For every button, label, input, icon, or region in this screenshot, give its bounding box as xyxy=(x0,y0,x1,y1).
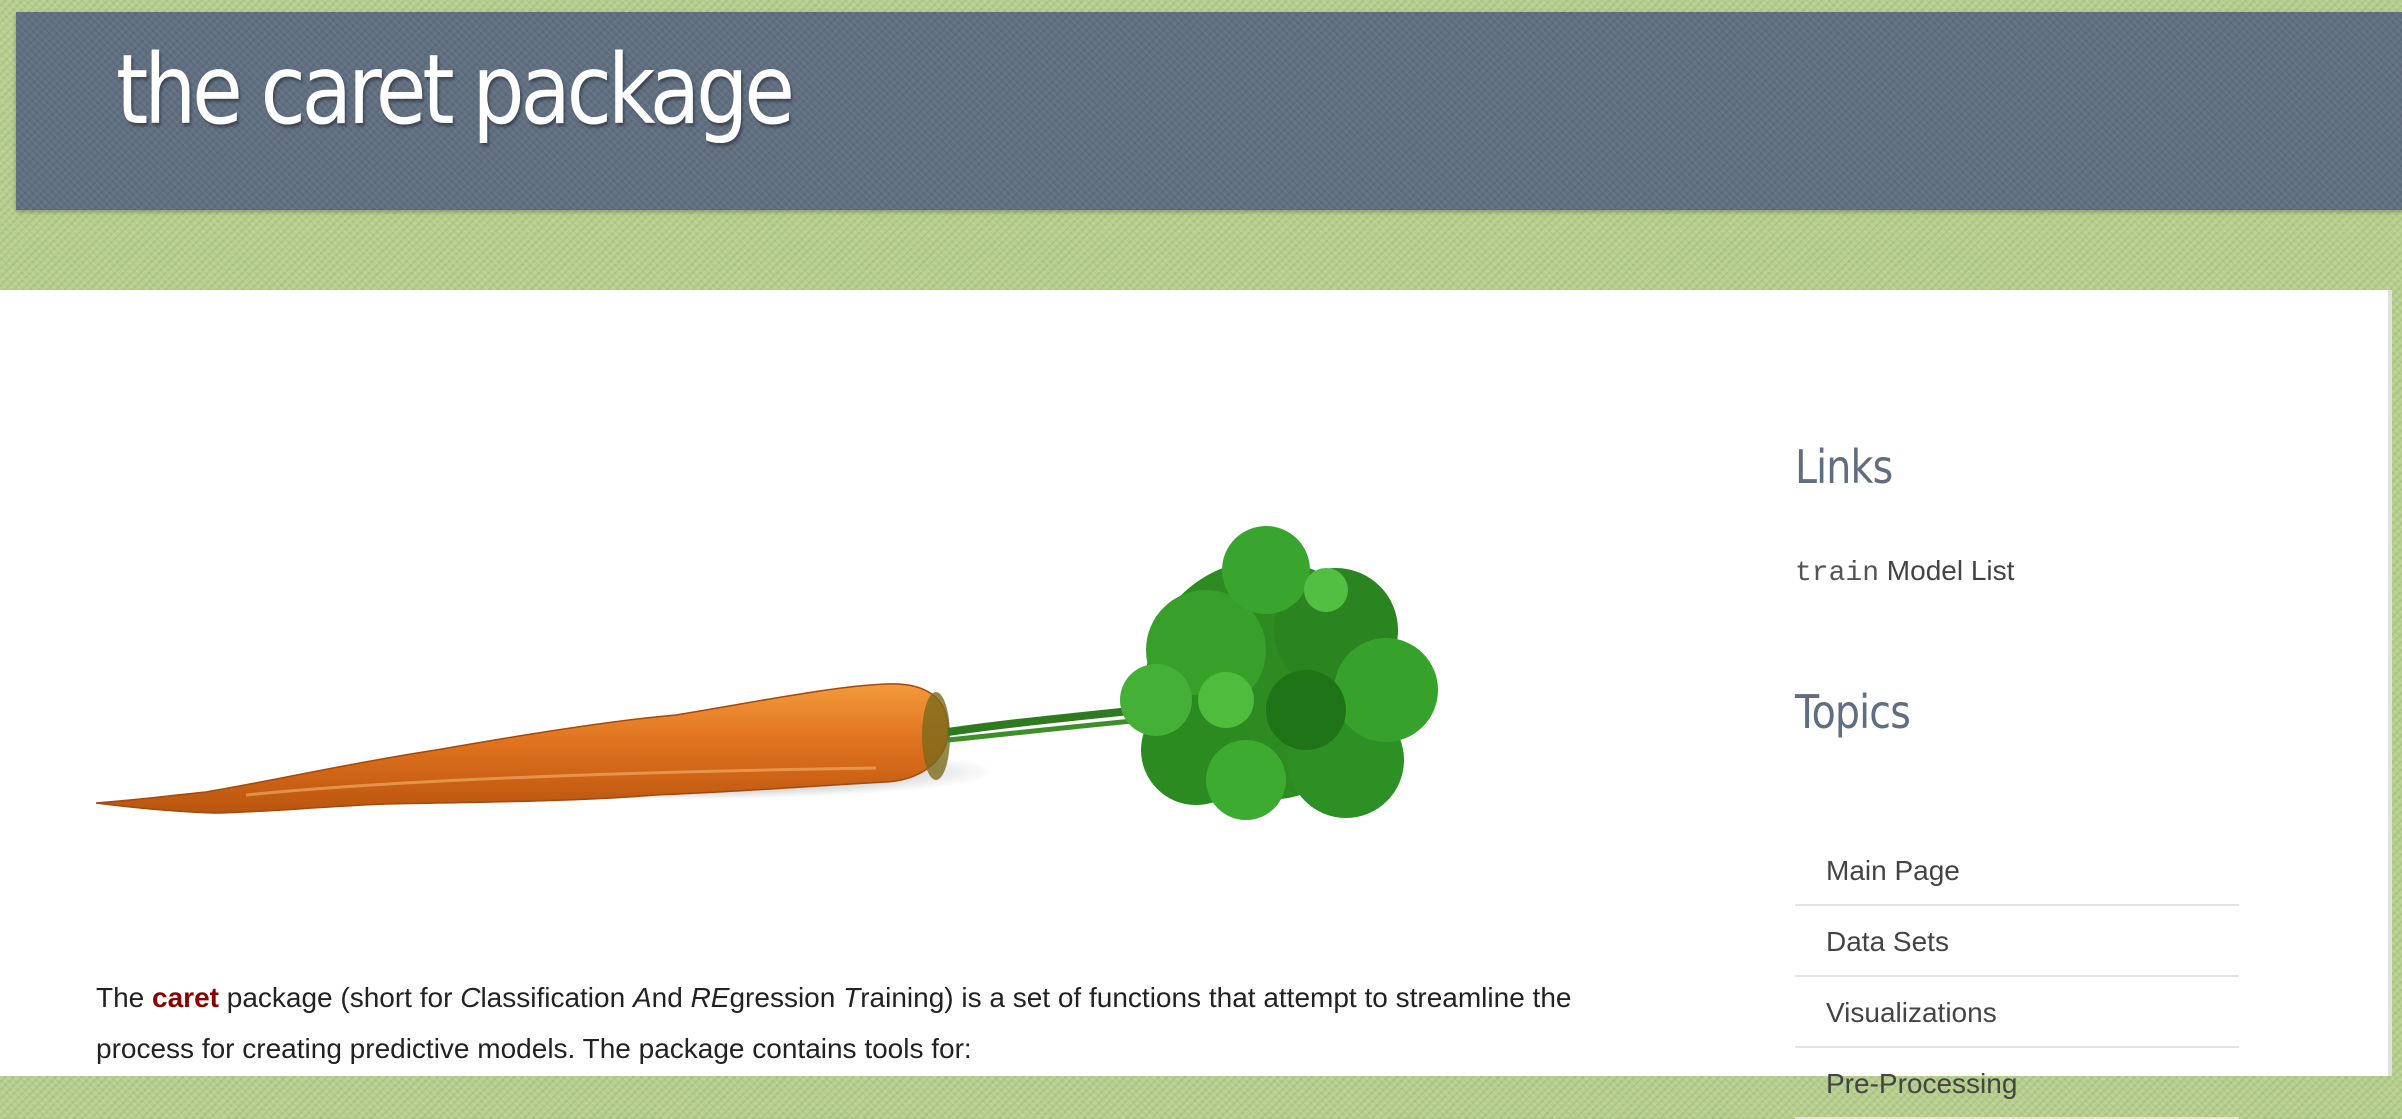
acronym-letter: A xyxy=(632,982,652,1013)
intro-text: package (short for xyxy=(226,982,453,1013)
carrot-illustration xyxy=(96,526,1438,820)
acronym-letter: RE xyxy=(690,982,730,1013)
topic-main-page[interactable]: Main Page xyxy=(1795,835,2239,906)
topic-pre-processing[interactable]: Pre-Processing xyxy=(1795,1048,2239,1119)
acronym-letter: T xyxy=(843,982,861,1013)
main-content: The caret package (short for Classificat… xyxy=(0,290,2392,1119)
train-code: train xyxy=(1795,558,1880,589)
intro-paragraph: The caret package (short for Classificat… xyxy=(96,972,1656,1074)
topic-data-sets[interactable]: Data Sets xyxy=(1795,906,2239,977)
topics-list: Main Page Data Sets Visualizations Pre-P… xyxy=(1795,835,2239,1119)
intro-text: nd xyxy=(651,982,683,1013)
topics-heading: Topics xyxy=(1795,685,1911,739)
carrot-leaves xyxy=(1120,526,1438,820)
intro-text: The xyxy=(96,982,145,1013)
links-heading: Links xyxy=(1795,440,1893,494)
intro-text: lassification xyxy=(480,982,626,1013)
acronym-letter: C xyxy=(460,982,481,1013)
model-list-label: Model List xyxy=(1886,555,2015,586)
site-header: the caret package xyxy=(16,12,2402,210)
train-model-list-link[interactable]: train Model List xyxy=(1795,555,2014,589)
package-name: caret xyxy=(152,982,219,1013)
intro-text: gression xyxy=(729,982,836,1013)
site-title[interactable]: the caret package xyxy=(116,34,795,146)
topic-visualizations[interactable]: Visualizations xyxy=(1795,977,2239,1048)
